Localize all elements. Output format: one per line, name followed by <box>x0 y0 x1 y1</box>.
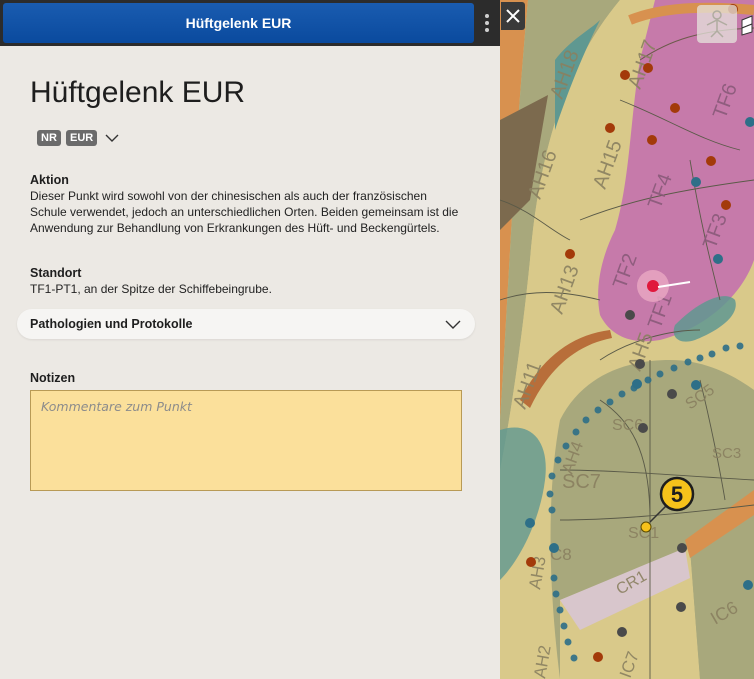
chevron-down-icon <box>445 320 461 329</box>
marker-number: 5 <box>671 482 683 507</box>
layers-icon[interactable] <box>740 14 754 36</box>
chevron-down-icon[interactable] <box>104 130 120 146</box>
tag-nr: NR <box>37 130 61 146</box>
ear-map-graphic[interactable]: AH18 AH17 TF6 AH16 AH15 TF4 TF3 AH13 TF2… <box>500 0 754 679</box>
vertical-dots-icon[interactable] <box>478 8 496 38</box>
pathologies-accordion[interactable]: Pathologien und Protokolle <box>17 309 475 339</box>
point-title-button[interactable]: Hüftgelenk EUR <box>3 3 474 43</box>
standort-heading: Standort <box>30 266 82 280</box>
aktion-heading: Aktion <box>30 173 69 187</box>
close-button[interactable] <box>501 2 525 30</box>
point-detail-panel: Hüftgelenk EUR Hüftgelenk EUR NR EUR Akt… <box>0 0 500 679</box>
ear-map[interactable]: AH18 AH17 TF6 AH16 AH15 TF4 TF3 AH13 TF2… <box>500 0 754 679</box>
svg-text:SC3: SC3 <box>712 445 741 462</box>
person-view-button[interactable] <box>697 5 737 43</box>
panel-header: Hüftgelenk EUR <box>0 0 500 46</box>
close-icon <box>506 9 520 23</box>
person-icon <box>706 10 728 38</box>
pathologies-label: Pathologien und Protokolle <box>30 317 193 331</box>
tag-eur: EUR <box>66 130 98 146</box>
standort-text: TF1-PT1, an der Spitze der Schiffebeingr… <box>30 282 272 296</box>
notes-heading: Notizen <box>30 371 76 385</box>
svg-text:SC6: SC6 <box>612 417 643 434</box>
aktion-text: Dieser Punkt wird sowohl von der chinesi… <box>30 189 459 235</box>
page-title: Hüftgelenk EUR <box>30 76 246 109</box>
svg-text:SC7: SC7 <box>562 471 601 493</box>
notes-field[interactable] <box>30 390 462 491</box>
